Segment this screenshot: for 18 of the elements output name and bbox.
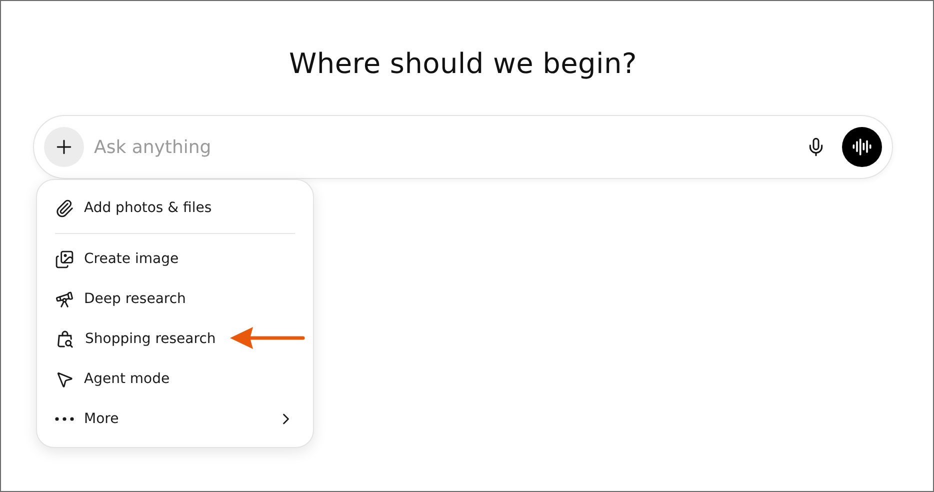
- message-input[interactable]: Ask anything: [92, 136, 790, 158]
- images-icon: [55, 250, 74, 268]
- shopping-bag-search-icon: [55, 329, 75, 349]
- add-button[interactable]: [44, 127, 84, 167]
- menu-item[interactable]: More: [47, 399, 303, 439]
- voice-mode-button[interactable]: [842, 127, 882, 167]
- menu-item[interactable]: Deep research: [47, 279, 303, 319]
- menu-item[interactable]: Create image: [47, 239, 303, 279]
- more-icon: [55, 417, 74, 421]
- paperclip-icon: [55, 198, 74, 218]
- audio-wave-icon: [852, 137, 872, 157]
- menu-item[interactable]: Add photos & files: [47, 188, 303, 228]
- cursor-icon: [55, 370, 74, 388]
- page-heading: Where should we begin?: [289, 47, 637, 80]
- menu-item[interactable]: Agent mode: [47, 359, 303, 399]
- telescope-icon: [55, 290, 74, 308]
- menu-item[interactable]: Shopping research: [47, 319, 303, 359]
- message-composer[interactable]: Ask anything: [33, 115, 893, 179]
